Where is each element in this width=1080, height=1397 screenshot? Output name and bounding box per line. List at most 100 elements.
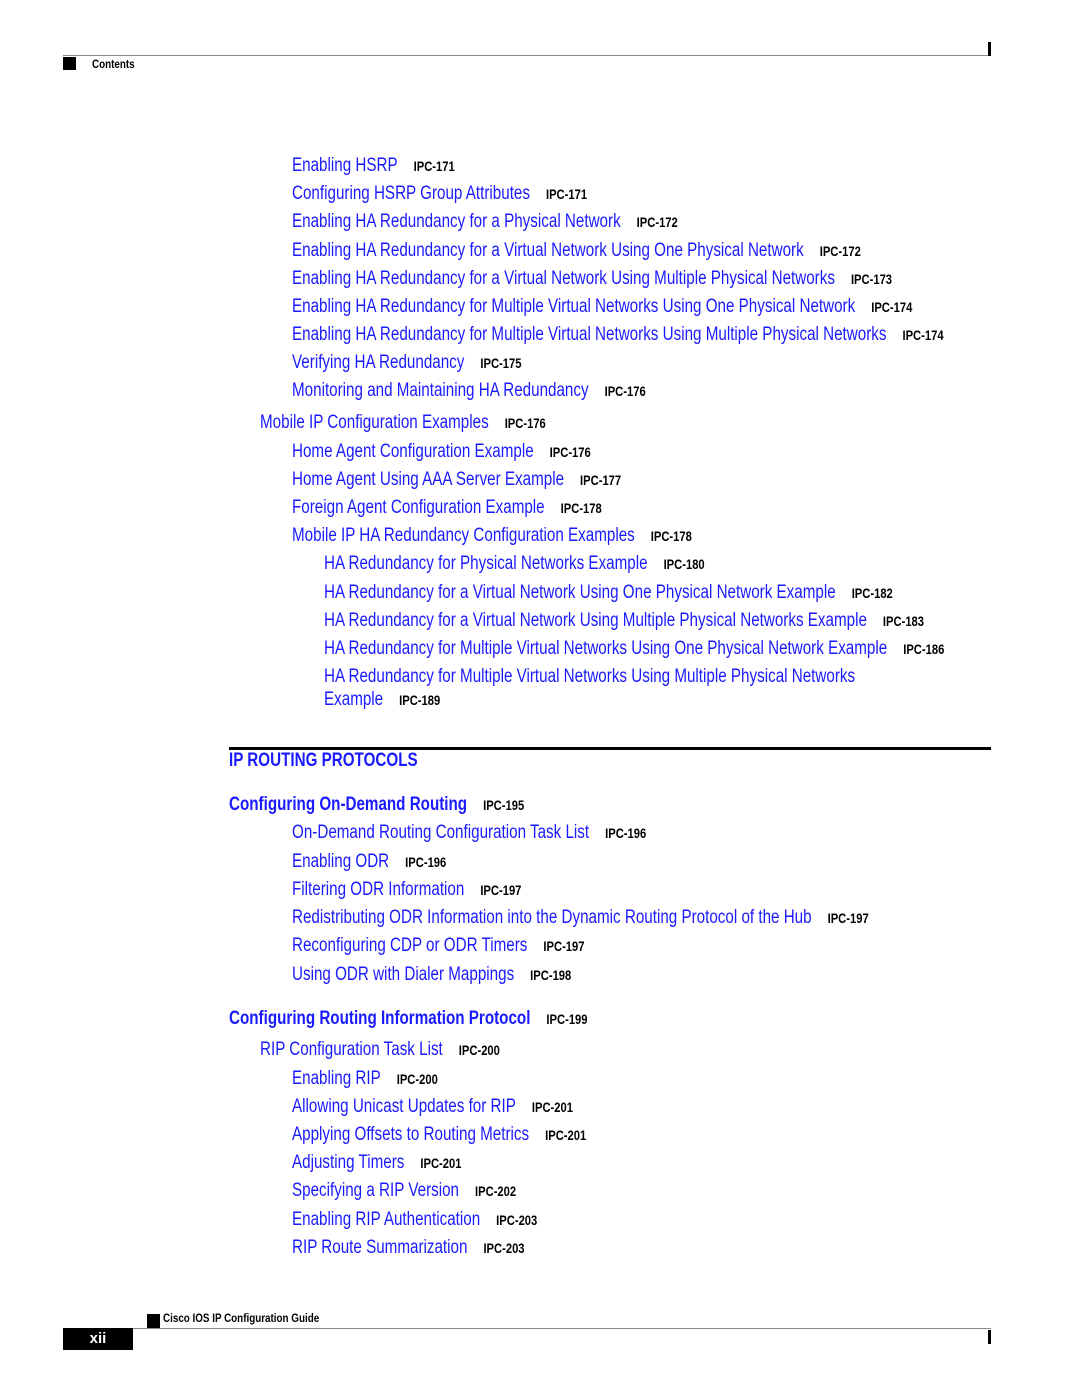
toc-entry-page: IPC-197: [543, 938, 585, 954]
toc-entry[interactable]: Allowing Unicast Updates for RIP IPC-201: [292, 1096, 573, 1118]
toc-entry-title[interactable]: Using ODR with Dialer Mappings: [292, 964, 514, 985]
toc-entry-title[interactable]: Applying Offsets to Routing Metrics: [292, 1124, 529, 1145]
toc-entry[interactable]: Enabling RIP IPC-200: [292, 1068, 438, 1090]
toc-entry-wrapped[interactable]: HA Redundancy for Multiple Virtual Netwo…: [324, 666, 855, 711]
toc-entry-title[interactable]: Enabling HA Redundancy for Multiple Virt…: [292, 296, 855, 317]
footer-square-icon: [147, 1314, 160, 1328]
toc-entry[interactable]: Enabling HA Redundancy for a Physical Ne…: [292, 211, 678, 233]
toc-entry-title[interactable]: Enabling HSRP: [292, 155, 398, 176]
toc-entry[interactable]: Monitoring and Maintaining HA Redundancy…: [292, 380, 646, 402]
toc-entry[interactable]: Redistributing ODR Information into the …: [292, 907, 869, 929]
toc-entry[interactable]: Home Agent Configuration Example IPC-176: [292, 441, 591, 463]
toc-entry-title[interactable]: RIP Route Summarization: [292, 1237, 467, 1258]
toc-entry-title[interactable]: Enabling HA Redundancy for a Virtual Net…: [292, 268, 835, 289]
toc-entry[interactable]: Mobile IP Configuration Examples IPC-176: [260, 412, 546, 434]
toc-entry[interactable]: Enabling HSRP IPC-171: [292, 155, 455, 177]
toc-entry[interactable]: Home Agent Using AAA Server Example IPC-1…: [292, 469, 621, 491]
toc-entry[interactable]: Enabling HA Redundancy for Multiple Virt…: [292, 324, 944, 346]
toc-entry-page: IPC-202: [475, 1183, 517, 1199]
toc-entry-title[interactable]: Verifying HA Redundancy: [292, 352, 464, 373]
toc-entry[interactable]: HA Redundancy for a Virtual Network Usin…: [324, 582, 893, 604]
toc-entry[interactable]: Specifying a RIP Version IPC-202: [292, 1180, 516, 1202]
toc-entry-title-line2[interactable]: Example: [324, 689, 383, 710]
toc-entry-page: IPC-176: [549, 444, 591, 460]
toc-entry[interactable]: Enabling HA Redundancy for a Virtual Net…: [292, 240, 861, 262]
toc-entry-title[interactable]: Mobile IP HA Redundancy Configuration Ex…: [292, 525, 635, 546]
toc-entry-page: IPC-200: [396, 1071, 438, 1087]
toc-entry-page: IPC-172: [819, 243, 861, 259]
toc-entry-title[interactable]: Adjusting Timers: [292, 1152, 404, 1173]
toc-entry-page: IPC-201: [545, 1127, 587, 1143]
toc-entry[interactable]: Enabling ODR IPC-196: [292, 851, 446, 873]
chapter-entry[interactable]: Configuring Routing Information Protocol…: [229, 1008, 588, 1030]
toc-entry-page: IPC-198: [530, 967, 572, 983]
toc-entry[interactable]: Using ODR with Dialer Mappings IPC-198: [292, 964, 571, 986]
toc-entry-title[interactable]: Foreign Agent Configuration Example: [292, 497, 545, 518]
toc-entry-title[interactable]: Configuring HSRP Group Attributes: [292, 183, 530, 204]
toc-entry[interactable]: Enabling RIP Authentication IPC-203: [292, 1209, 537, 1231]
toc-entry-title[interactable]: Allowing Unicast Updates for RIP: [292, 1096, 516, 1117]
toc-entry-page: IPC-200: [458, 1042, 500, 1058]
header-tick-mark: [988, 42, 991, 56]
toc-entry-title[interactable]: Enabling RIP: [292, 1068, 381, 1089]
toc-entry[interactable]: RIP Configuration Task List IPC-200: [260, 1039, 500, 1061]
toc-entry-page: IPC-203: [496, 1212, 538, 1228]
toc-entry[interactable]: Enabling HA Redundancy for a Virtual Net…: [292, 268, 892, 290]
header-rule: [63, 55, 990, 56]
toc-entry-title[interactable]: RIP Configuration Task List: [260, 1039, 443, 1060]
toc-entry-title[interactable]: Home Agent Using AAA Server Example: [292, 469, 564, 490]
toc-entry-title[interactable]: On-Demand Routing Configuration Task Lis…: [292, 822, 589, 843]
toc-entry-title[interactable]: HA Redundancy for Multiple Virtual Netwo…: [324, 638, 887, 659]
toc-entry-title[interactable]: Enabling HA Redundancy for a Physical Ne…: [292, 211, 621, 232]
toc-entry-title[interactable]: HA Redundancy for Physical Networks Exam…: [324, 553, 648, 574]
toc-entry[interactable]: Foreign Agent Configuration Example IPC-1…: [292, 497, 602, 519]
toc-entry-title-line1[interactable]: HA Redundancy for Multiple Virtual Netwo…: [324, 666, 855, 688]
toc-entry[interactable]: On-Demand Routing Configuration Task Lis…: [292, 822, 646, 844]
toc-entry-page: IPC-201: [420, 1155, 462, 1171]
toc-entry-title[interactable]: Specifying a RIP Version: [292, 1180, 459, 1201]
toc-entry[interactable]: Mobile IP HA Redundancy Configuration Ex…: [292, 525, 692, 547]
toc-entry[interactable]: HA Redundancy for a Virtual Network Usin…: [324, 610, 924, 632]
toc-entry-page: IPC-201: [531, 1099, 573, 1115]
chapter-entry[interactable]: Configuring On-Demand Routing IPC-195: [229, 794, 524, 816]
toc-entry[interactable]: Verifying HA Redundancy IPC-175: [292, 352, 521, 374]
part-heading[interactable]: IP ROUTING PROTOCOLS: [229, 750, 418, 772]
toc-entry[interactable]: Filtering ODR Information IPC-197: [292, 879, 521, 901]
toc-entry-title[interactable]: Filtering ODR Information: [292, 879, 464, 900]
toc-entry-page: IPC-196: [605, 825, 647, 841]
footer-book-title: Cisco IOS IP Configuration Guide: [163, 1311, 320, 1325]
toc-entry-page: IPC-173: [850, 271, 893, 287]
toc-entry-title[interactable]: Enabling HA Redundancy for a Virtual Net…: [292, 240, 804, 261]
header-square-icon: [63, 57, 76, 70]
toc-entry-title[interactable]: Reconfiguring CDP or ODR Timers: [292, 935, 527, 956]
toc-entry[interactable]: Enabling HA Redundancy for Multiple Virt…: [292, 296, 912, 318]
toc-entry-title[interactable]: Enabling HA Redundancy for Multiple Virt…: [292, 324, 886, 345]
toc-entry-title[interactable]: HA Redundancy for a Virtual Network Usin…: [324, 610, 867, 631]
footer-rule: [133, 1328, 991, 1329]
toc-entry-title[interactable]: Monitoring and Maintaining HA Redundancy: [292, 380, 589, 401]
toc-entry-page: IPC-174: [902, 327, 944, 343]
chapter-title[interactable]: Configuring Routing Information Protocol: [229, 1008, 530, 1029]
chapter-page: IPC-195: [483, 797, 525, 813]
toc-entry-title[interactable]: Mobile IP Configuration Examples: [260, 412, 489, 433]
toc-entry-page: IPC-171: [545, 186, 588, 202]
toc-entry-title[interactable]: Enabling ODR: [292, 851, 389, 872]
toc-entry-page: IPC-197: [480, 882, 522, 898]
toc-entry-title[interactable]: HA Redundancy for a Virtual Network Usin…: [324, 582, 836, 603]
header-section-label: Contents: [92, 57, 135, 71]
chapter-title[interactable]: Configuring On-Demand Routing: [229, 794, 467, 815]
toc-entry-title[interactable]: Enabling RIP Authentication: [292, 1209, 480, 1230]
toc-entry[interactable]: RIP Route Summarization IPC-203: [292, 1237, 525, 1259]
toc-entry-page: IPC-203: [483, 1240, 525, 1256]
toc-entry-page: IPC-197: [827, 910, 869, 926]
toc-entry[interactable]: HA Redundancy for Physical Networks Exam…: [324, 553, 705, 575]
toc-entry-page: IPC-176: [604, 383, 646, 399]
toc-entry-title[interactable]: Home Agent Configuration Example: [292, 441, 534, 462]
toc-entry[interactable]: HA Redundancy for Multiple Virtual Netwo…: [324, 638, 944, 660]
toc-entry[interactable]: Reconfiguring CDP or ODR Timers IPC-197: [292, 935, 584, 957]
toc-entry-page: IPC-175: [480, 355, 522, 371]
toc-entry[interactable]: Adjusting Timers IPC-201: [292, 1152, 461, 1174]
toc-entry-title[interactable]: Redistributing ODR Information into the …: [292, 907, 812, 928]
toc-entry[interactable]: Configuring HSRP Group Attributes IPC-171: [292, 183, 587, 205]
toc-entry[interactable]: Applying Offsets to Routing Metrics IPC-2…: [292, 1124, 586, 1146]
